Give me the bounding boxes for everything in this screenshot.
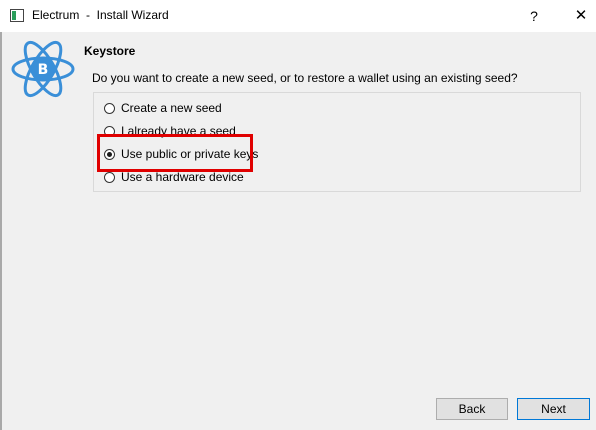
close-button[interactable]: ✕: [566, 0, 596, 32]
page-heading: Keystore: [84, 44, 136, 58]
option-label: Create a new seed: [121, 101, 222, 115]
help-button[interactable]: ?: [522, 0, 546, 32]
option-label: Use a hardware device: [121, 170, 244, 184]
question-text: Do you want to create a new seed, or to …: [92, 71, 518, 85]
title-bar: Electrum - Install Wizard ? ✕: [0, 0, 596, 32]
window-left-edge: [0, 32, 2, 430]
window-icon: [10, 9, 24, 22]
svg-text:B: B: [38, 62, 49, 78]
back-button[interactable]: Back: [436, 398, 508, 420]
highlight-box: [97, 134, 253, 172]
radio-hardware-device[interactable]: [104, 171, 115, 183]
electrum-logo-icon: B: [11, 40, 75, 98]
option-create-new-seed[interactable]: Create a new seed: [104, 100, 222, 116]
radio-create-new-seed[interactable]: [104, 102, 115, 114]
window-title: Electrum - Install Wizard: [32, 8, 169, 22]
next-button[interactable]: Next: [517, 398, 590, 420]
